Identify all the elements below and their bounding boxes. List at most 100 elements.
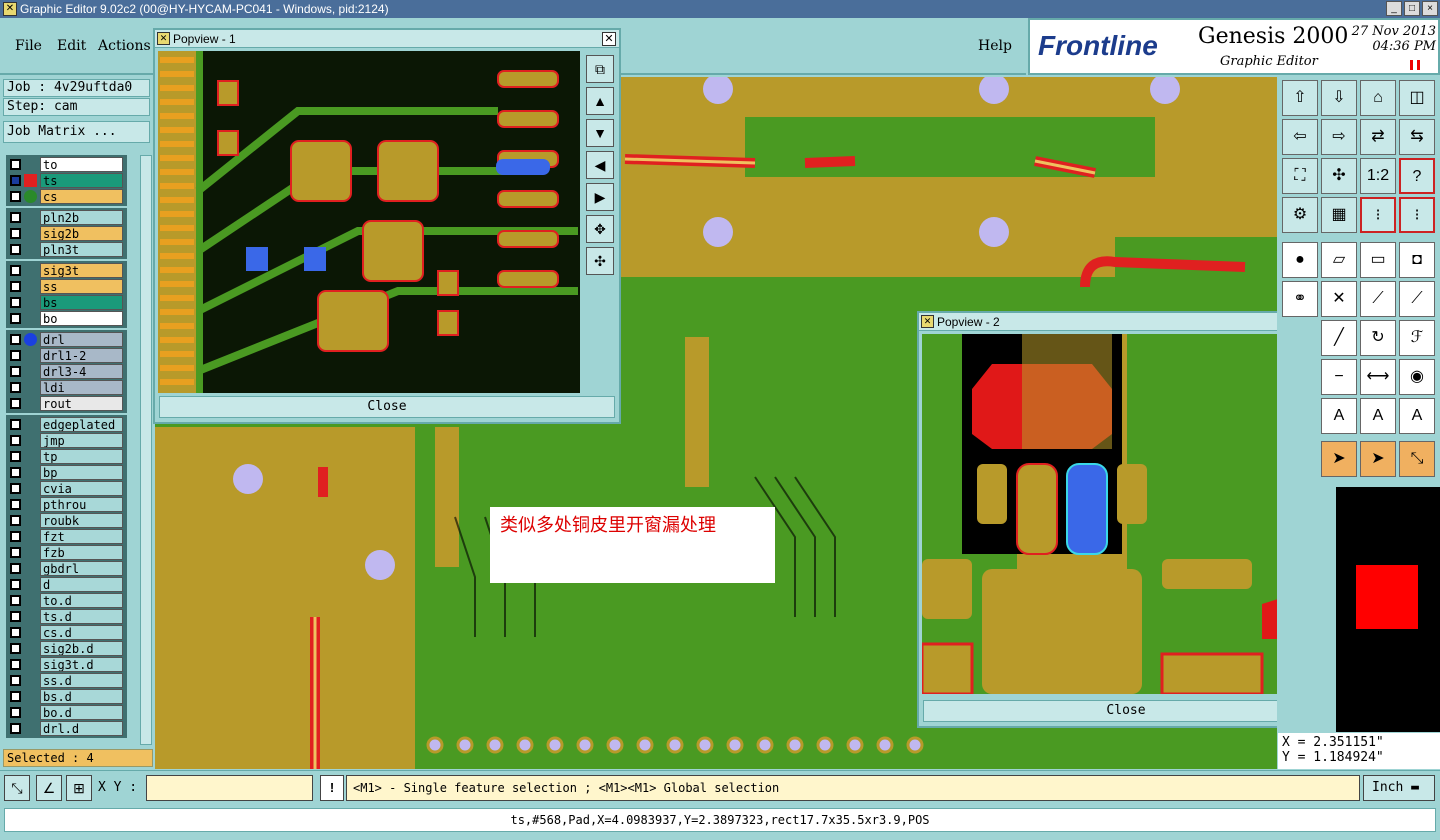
mirror-icon[interactable]: ⇄ [1360, 119, 1396, 155]
layer-row[interactable]: fzt [4, 529, 124, 544]
layer-row[interactable]: ts [4, 173, 124, 188]
layer-row[interactable]: rout [4, 396, 124, 411]
net-icon[interactable]: ⁝ [1360, 197, 1396, 233]
ruler-icon[interactable]: ▭ [1360, 242, 1396, 278]
snap-icon[interactable]: ⤡ [4, 775, 30, 801]
popview-1-titlebar[interactable]: ✕ Popview - 1 ✕ [155, 30, 619, 48]
layer-row[interactable]: fzb [4, 545, 124, 560]
layer-row[interactable]: sig2b [4, 226, 124, 241]
layer-checkbox[interactable] [10, 691, 21, 702]
layer-checkbox[interactable] [10, 467, 21, 478]
popview-2-close-button[interactable]: Close [923, 700, 1329, 722]
minimize-button[interactable]: _ [1386, 1, 1402, 16]
layer-checkbox[interactable] [10, 547, 21, 558]
layer-checkbox[interactable] [10, 175, 21, 186]
pan-left-icon[interactable]: ⇦ [1282, 119, 1318, 155]
layer-checkbox[interactable] [10, 643, 21, 654]
layer-checkbox[interactable] [10, 419, 21, 430]
menu-edit[interactable]: Edit [57, 38, 86, 54]
window-split-icon[interactable]: ◫ [1399, 80, 1435, 116]
measure-icon[interactable]: ⟷ [1360, 359, 1396, 395]
select-feature-icon[interactable]: ● [1282, 242, 1318, 278]
layer-row[interactable]: cs.d [4, 625, 124, 640]
layer-checkbox[interactable] [10, 483, 21, 494]
pointer-a-icon[interactable]: ➤ [1321, 441, 1357, 477]
layer-row[interactable]: pln3t [4, 242, 124, 257]
layer-checkbox[interactable] [10, 281, 21, 292]
layer-row[interactable]: bo.d [4, 705, 124, 720]
alert-icon[interactable]: ! [320, 775, 344, 801]
layer-row[interactable]: tp [4, 449, 124, 464]
zoom-ratio-icon[interactable]: 1:2 [1360, 158, 1396, 194]
layer-row[interactable]: sig3t [4, 263, 124, 278]
rotate-icon[interactable]: ↻ [1360, 320, 1396, 356]
pan-up-icon[interactable]: ⇧ [1282, 80, 1318, 116]
layer-checkbox[interactable] [10, 675, 21, 686]
grid-icon[interactable]: ▦ [1321, 197, 1357, 233]
select-polygon-icon[interactable]: ▱ [1321, 242, 1357, 278]
layer-row[interactable]: ss [4, 279, 124, 294]
pan-down-icon[interactable]: ⇩ [1321, 80, 1357, 116]
popview-1-zoom-out-icon[interactable]: ✥ [586, 215, 614, 243]
connect-icon[interactable]: ⚭ [1282, 281, 1318, 317]
layer-row[interactable]: pln2b [4, 210, 124, 225]
layer-checkbox[interactable] [10, 563, 21, 574]
layer-list-scrollbar[interactable] [140, 155, 152, 745]
arc-a-icon[interactable]: A [1321, 398, 1357, 434]
zoom-center-icon[interactable]: ✣ [1321, 158, 1357, 194]
popview-1-pan-right-icon[interactable]: ▶ [586, 183, 614, 211]
tools-icon[interactable]: ⚙ [1282, 197, 1318, 233]
layer-row[interactable]: ts.d [4, 609, 124, 624]
layer-checkbox[interactable] [10, 297, 21, 308]
swap-icon[interactable]: ⇆ [1399, 119, 1435, 155]
arc-b-icon[interactable]: A [1360, 398, 1396, 434]
layer-checkbox[interactable] [10, 265, 21, 276]
layer-row[interactable]: gbdrl [4, 561, 124, 576]
popview-1-zoom-in-icon[interactable]: ✣ [586, 247, 614, 275]
layer-checkbox[interactable] [10, 212, 21, 223]
layer-checkbox[interactable] [10, 350, 21, 361]
layer-checkbox[interactable] [10, 435, 21, 446]
layer-checkbox[interactable] [10, 723, 21, 734]
arrow-line-icon[interactable]: ⟋ [1399, 281, 1435, 317]
layer-checkbox[interactable] [10, 398, 21, 409]
popview-1-pan-down-icon[interactable]: ▼ [586, 119, 614, 147]
popview-1-close-button[interactable]: Close [159, 396, 615, 418]
layer-checkbox[interactable] [10, 313, 21, 324]
net-connect-icon[interactable]: ⁝ [1399, 197, 1435, 233]
shapes-icon[interactable]: ◉ [1399, 359, 1435, 395]
close-window-button[interactable]: × [1422, 1, 1438, 16]
layer-checkbox[interactable] [10, 191, 21, 202]
pointer-b-icon[interactable]: ➤ [1360, 441, 1396, 477]
layer-row[interactable]: ldi [4, 380, 124, 395]
layer-checkbox[interactable] [10, 499, 21, 510]
grid-snap-icon[interactable]: ⊞ [66, 775, 92, 801]
popview-1-canvas[interactable] [158, 51, 580, 393]
layer-checkbox[interactable] [10, 707, 21, 718]
layer-checkbox[interactable] [10, 159, 21, 170]
layer-row[interactable]: d [4, 577, 124, 592]
cross-select-icon[interactable]: ✕ [1321, 281, 1357, 317]
zoom-fit-icon[interactable]: ⛶ [1282, 158, 1318, 194]
layer-checkbox[interactable] [10, 515, 21, 526]
layer-checkbox[interactable] [10, 579, 21, 590]
layer-row[interactable]: cs [4, 189, 124, 204]
layer-row[interactable]: to [4, 157, 124, 172]
line-icon[interactable]: ⟋ [1360, 281, 1396, 317]
job-matrix-button[interactable]: Job Matrix ... [3, 121, 150, 143]
arc-c-icon[interactable]: A [1399, 398, 1435, 434]
pointer-route-icon[interactable]: ⤡ [1399, 441, 1435, 477]
home-icon[interactable]: ⌂ [1360, 80, 1396, 116]
popview-1-close-icon[interactable]: ✕ [602, 32, 616, 46]
layer-row[interactable]: to.d [4, 593, 124, 608]
menu-file[interactable]: File [15, 38, 42, 54]
layer-row[interactable]: cvia [4, 481, 124, 496]
angle-icon[interactable]: ∠ [36, 775, 62, 801]
layer-checkbox[interactable] [10, 595, 21, 606]
layer-row[interactable]: bs [4, 295, 124, 310]
menu-help[interactable]: Help [978, 38, 1012, 54]
layer-row[interactable]: drl.d [4, 721, 124, 736]
layer-checkbox[interactable] [10, 451, 21, 462]
minus-icon[interactable]: − [1321, 359, 1357, 395]
layer-row[interactable]: sig3t.d [4, 657, 124, 672]
